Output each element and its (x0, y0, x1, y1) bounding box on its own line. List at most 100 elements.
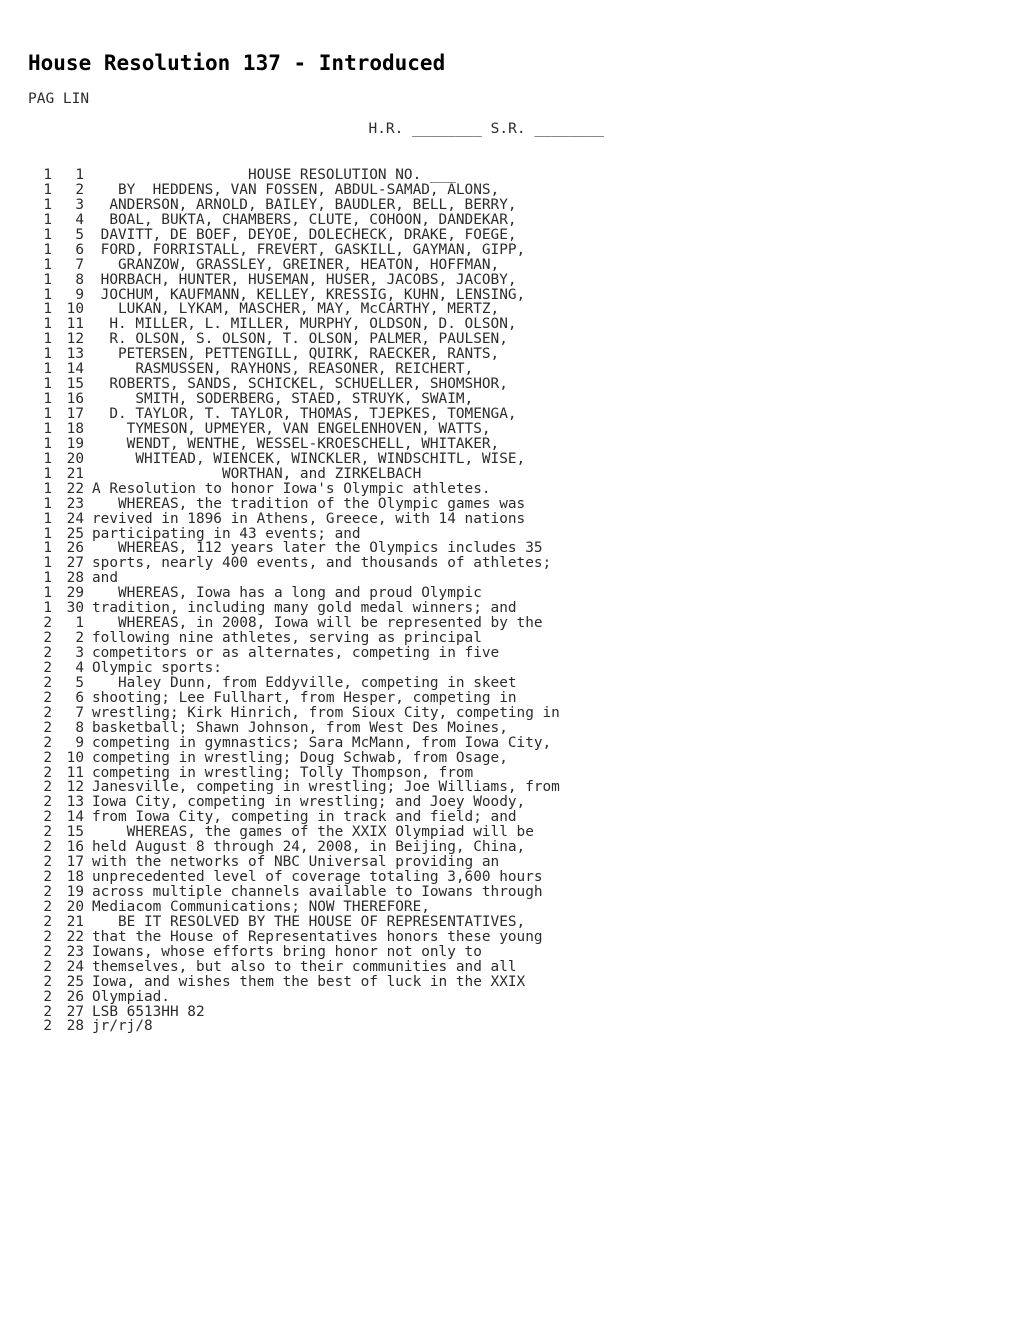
bill-line: 1 6 FORD, FORRISTALL, FREVERT, GASKILL, G… (28, 241, 560, 258)
bill-line-page-number: 2 (43, 869, 52, 886)
bill-line: 1 12 R. OLSON, S. OLSON, T. OLSON, PALMER… (28, 332, 560, 347)
bill-line: 2 27 LSB 6513HH 82 (28, 1003, 560, 1020)
bill-line-text: following nine athletes, serving as prin… (92, 630, 482, 647)
bill-line-text: H. MILLER, L. MILLER, MURPHY, OLDSON, D.… (92, 316, 517, 333)
bill-line: 2 4 Olympic sports: (28, 659, 560, 676)
bill-line-number: 27 (66, 1003, 84, 1020)
bill-line-text: HORBACH, HUNTER, HUSEMAN, HUSER, JACOBS,… (92, 271, 517, 288)
bill-line-text: Iowans, whose efforts bring honor not on… (92, 943, 482, 960)
bill-line-page-number: 2 (43, 615, 52, 632)
bill-line-page-number: 2 (43, 884, 52, 900)
bill-line-number: 4 (75, 659, 84, 676)
bill-line-page-number: 2 (43, 749, 52, 766)
bill-line: 2 10 competing in wrestling; Doug Schwab, … (28, 749, 560, 766)
bill-line: 2 22 that the House of Representatives hon… (28, 928, 560, 945)
bill-line-number: 18 (66, 869, 84, 886)
bill-line-page-number: 1 (43, 600, 52, 617)
bill-line: 1 3 ANDERSON, ARNOLD, BAILEY, BAUDLER, BE… (28, 196, 560, 213)
bill-line-number: 2 (75, 181, 84, 198)
bill-line-text: basketball; Shawn Johnson, from West Des… (92, 719, 508, 736)
bill-line-text: WHEREAS, in 2008, Iowa will be represent… (92, 615, 543, 632)
bill-line: 1 11 H. MILLER, L. MILLER, MURPHY, OLDSON… (28, 317, 560, 332)
bill-line-number: 16 (66, 839, 84, 856)
bill-line: 1 28 and (28, 571, 560, 586)
bill-line-page-number: 1 (43, 211, 52, 228)
bill-line: 2 1 WHEREAS, in 2008, Iowa will be repres… (28, 616, 560, 631)
bill-line-text: Iowa, and wishes them the best of luck i… (92, 973, 526, 990)
bill-line-number: 11 (66, 764, 84, 781)
bill-line: 2 16 held August 8 through 24, 2008, in Be… (28, 840, 560, 855)
bill-line-text: competing in wrestling; Tolly Thompson, … (92, 764, 474, 781)
bill-line: 2 12 Janesville, competing in wrestling; J… (28, 780, 560, 795)
bill-line-page-number: 1 (43, 241, 52, 258)
bill-line-text: Mediacom Communications; NOW THEREFORE, (92, 898, 430, 915)
bill-line-text: that the House of Representatives honors… (92, 928, 543, 945)
bill-line-page-number: 1 (43, 301, 52, 318)
bill-line-text: PETERSEN, PETTENGILL, QUIRK, RAECKER, RA… (92, 346, 500, 363)
bill-line-text: JOCHUM, KAUFMANN, KELLEY, KRESSIG, KUHN,… (92, 286, 526, 303)
bill-line: 2 7 wrestling; Kirk Hinrich, from Sioux Ci… (28, 704, 560, 721)
bill-line: 1 13 PETERSEN, PETTENGILL, QUIRK, RAECKER… (28, 347, 560, 362)
bill-line-number: 27 (66, 555, 84, 572)
bill-line-page-number: 2 (43, 674, 52, 691)
bill-line-page-number: 1 (43, 450, 52, 467)
bill-line-text: across multiple channels available to Io… (92, 884, 543, 900)
bill-line-text: WENDT, WENTHE, WESSEL-KROESCHELL, WHITAK… (92, 435, 500, 452)
bill-line-text: WHEREAS, the tradition of the Olympic ga… (92, 495, 526, 512)
bill-line-page-number: 1 (43, 226, 52, 243)
bill-line-number: 3 (75, 196, 84, 213)
bill-line: 1 29 WHEREAS, Iowa has a long and proud O… (28, 586, 560, 601)
bill-line-page-number: 2 (43, 659, 52, 676)
bill-line-page-number: 1 (43, 495, 52, 512)
bill-line-page-number: 2 (43, 794, 52, 811)
bill-line: 1 21 WORTHAN, and ZIRKELBACH (28, 466, 560, 482)
bill-line-page-number: 2 (43, 898, 52, 915)
bill-line-page-number: 2 (43, 988, 52, 1005)
bill-line-number: 6 (75, 689, 84, 706)
bill-line: 2 8 basketball; Shawn Johnson, from West D… (28, 719, 560, 736)
bill-line-text: shooting; Lee Fullhart, from Hesper, com… (92, 689, 517, 706)
bill-line-page-number: 2 (43, 913, 52, 930)
bill-line-number: 20 (66, 450, 84, 467)
bill-line-text: sports, nearly 400 events, and thousands… (92, 555, 552, 572)
bill-line: 1 25 participating in 43 events; and (28, 526, 560, 542)
bill-text-body: 11 HOUSE RESOLUTION NO. ___ 1 2 BY HEDDENS… (28, 168, 560, 1034)
bill-line-page-number: 2 (43, 943, 52, 960)
bill-line-number: 1 (75, 167, 84, 183)
bill-line-text: and (92, 570, 118, 587)
bill-line-page-number: 2 (43, 779, 52, 796)
bill-line-page-number: 1 (43, 286, 52, 303)
bill-line-page-number: 2 (43, 645, 52, 661)
bill-line-page-number: 2 (43, 1003, 52, 1020)
bill-line: 2 21 BE IT RESOLVED BY THE HOUSE OF REPRE… (28, 913, 560, 930)
bill-line-page-number: 1 (43, 196, 52, 213)
bill-line-text: from Iowa City, competing in track and f… (92, 809, 517, 826)
bill-line-number: 4 (75, 211, 84, 228)
bill-line-text: R. OLSON, S. OLSON, T. OLSON, PALMER, PA… (92, 331, 508, 348)
bill-line: 1 23 WHEREAS, the tradition of the Olympi… (28, 495, 560, 512)
bill-line-text: with the networks of NBC Universal provi… (92, 854, 500, 871)
bill-line-text: competitors or as alternates, competing … (92, 645, 500, 661)
bill-line-number: 21 (66, 913, 84, 930)
bill-line-page-number: 1 (43, 555, 52, 572)
bill-line-number: 12 (66, 331, 84, 348)
bill-line: 2 26 Olympiad. (28, 988, 560, 1005)
bill-line-text: LUKAN, LYKAM, MASCHER, MAY, McCARTHY, ME… (92, 301, 500, 318)
bill-line-number: 10 (66, 301, 84, 318)
bill-line: 1 9 JOCHUM, KAUFMANN, KELLEY, KRESSIG, KU… (28, 286, 560, 303)
bill-line-text: wrestling; Kirk Hinrich, from Sioux City… (92, 704, 560, 721)
bill-line: 1 5 DAVITT, DE BOEF, DEYOE, DOLECHECK, DR… (28, 226, 560, 243)
bill-line-page-number: 2 (43, 719, 52, 736)
bill-line-text: BE IT RESOLVED BY THE HOUSE OF REPRESENT… (92, 913, 526, 930)
bill-line: 2 28 jr/rj/8 (28, 1019, 560, 1034)
bill-line-text: WHEREAS, 112 years later the Olympics in… (92, 540, 543, 557)
bill-line-text: tradition, including many gold medal win… (92, 600, 517, 617)
bill-line-number: 15 (66, 376, 84, 393)
bill-line: 1 14 RASMUSSEN, RAYHONS, REASONER, REICHE… (28, 362, 560, 377)
bill-line-number: 19 (66, 435, 84, 452)
bill-line-number: 7 (75, 256, 84, 273)
bill-line-text: Haley Dunn, from Eddyville, competing in… (92, 674, 517, 691)
bill-line-page-number: 1 (43, 480, 52, 497)
bill-line-number: 23 (66, 495, 84, 512)
bill-line-text: WHEREAS, the games of the XXIX Olympiad … (92, 824, 534, 841)
